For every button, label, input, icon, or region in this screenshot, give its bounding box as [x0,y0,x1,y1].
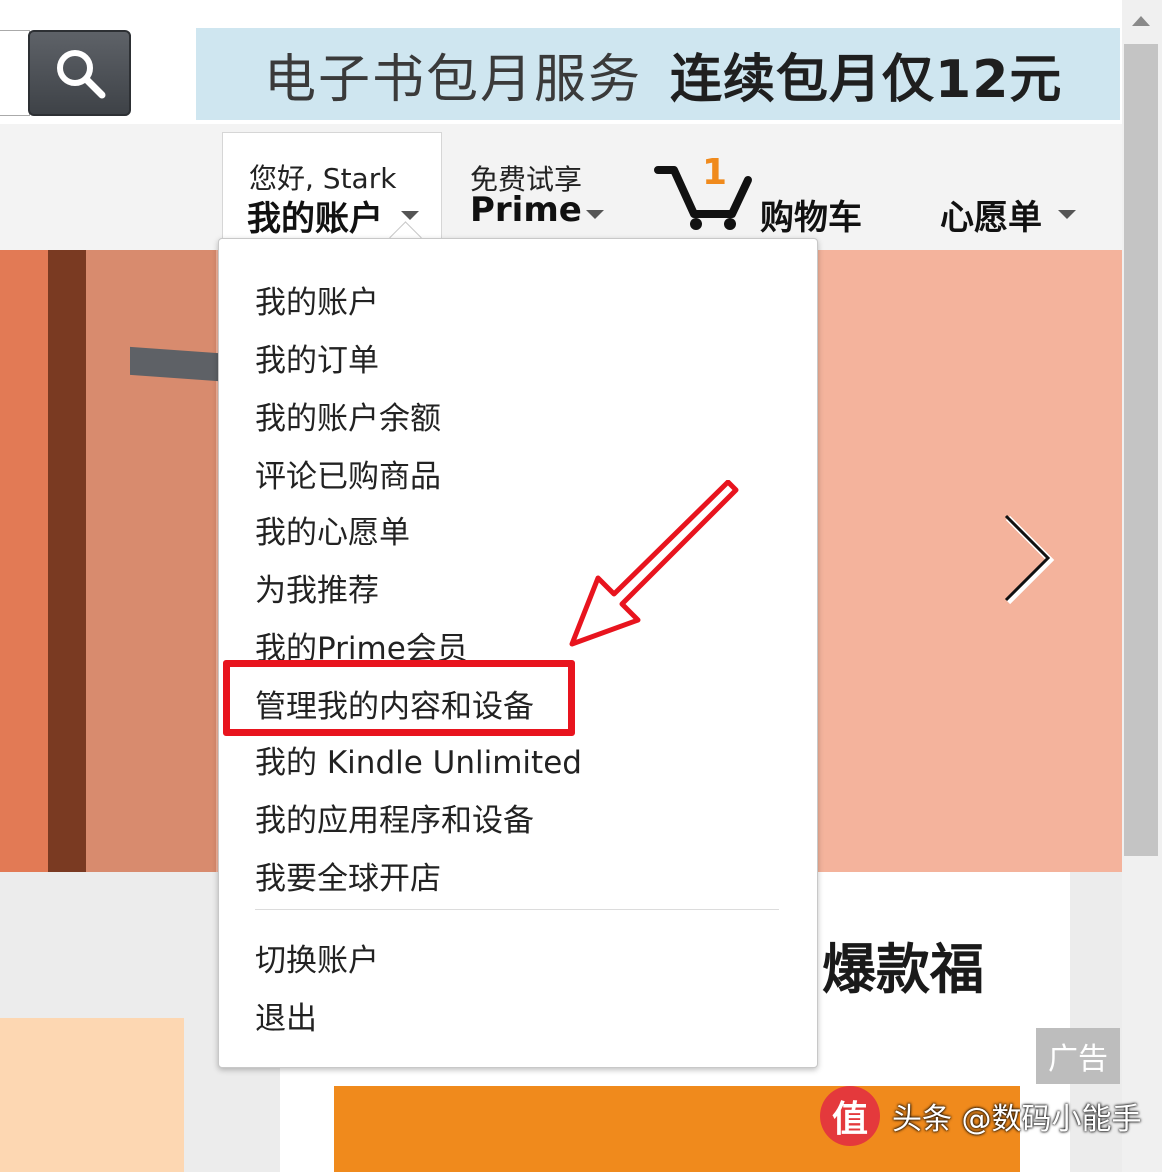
nav-prime-label: Prime [470,190,582,230]
menu-item-my-orders[interactable]: 我的订单 [255,335,379,380]
kindle-unlimited-banner[interactable]: 电子书包月服务 连续包月仅12元 [196,28,1120,120]
hero-decor [86,250,216,872]
scroll-up-icon[interactable] [1132,16,1150,26]
nav-prime[interactable]: 免费试享 Prime [460,150,620,240]
menu-item-account-balance[interactable]: 我的账户余额 [255,393,441,438]
menu-item-sign-out[interactable]: 退出 [255,993,317,1038]
promo-card-title: 爆款福 [822,938,984,1001]
ad-badge: 广告 [1036,1028,1120,1084]
menu-item-kindle-unlimited[interactable]: 我的 Kindle Unlimited [255,737,582,782]
menu-item-review-purchases[interactable]: 评论已购商品 [255,451,441,496]
menu-item-my-account[interactable]: 我的账户 [255,277,379,322]
nav-cart-label: 购物车 [760,198,862,238]
chevron-down-icon [401,211,419,220]
scrollbar-thumb[interactable] [1124,44,1158,856]
chevron-down-icon [586,210,604,219]
hero-decor [48,250,86,872]
menu-item-global-selling[interactable]: 我要全球开店 [255,853,441,898]
menu-divider [255,909,779,910]
annotation-arrow-icon [569,480,739,647]
promo-tile[interactable] [0,1018,184,1172]
menu-item-my-wishlist[interactable]: 我的心愿单 [255,507,410,552]
watermark-text: 头条 @数码小能手 [892,1102,1142,1137]
banner-text: 电子书包月服务 [264,49,643,110]
hero-decor [0,250,48,872]
menu-item-switch-account[interactable]: 切换账户 [255,935,379,980]
search-icon [56,50,105,99]
nav-wishlist-label: 心愿单 [940,198,1042,238]
chevron-down-icon [1058,210,1076,219]
watermark-badge: 值 [820,1086,880,1146]
watermark: 值 头条 @数码小能手 [820,1086,1142,1146]
nav-cart[interactable]: 1 购物车 [654,152,884,238]
nav-wishlist[interactable]: 心愿单 [938,188,1088,238]
carousel-next-arrow-icon[interactable] [998,510,1058,610]
annotation-highlight-box [223,660,575,736]
search-input[interactable] [0,30,30,116]
cart-count: 1 [702,152,728,193]
account-dropdown-menu: 我的账户 我的订单 我的账户余额 评论已购商品 我的心愿单 为我推荐 我的Pri… [218,238,818,1068]
menu-item-apps-devices[interactable]: 我的应用程序和设备 [255,795,534,840]
search-button[interactable] [28,30,131,116]
nav-account-label: 我的账户 [247,199,383,239]
menu-item-recommendations[interactable]: 为我推荐 [255,565,379,610]
banner-promo: 连续包月仅12元 [670,49,1063,110]
